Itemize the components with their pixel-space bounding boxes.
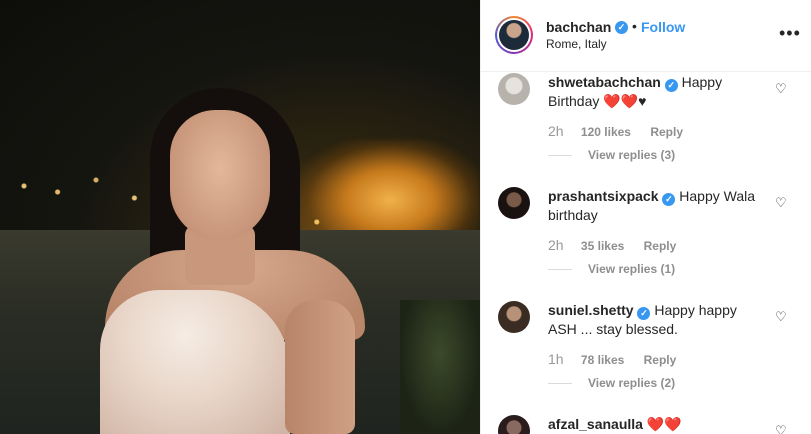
post-header: bachchan ✓ • Follow Rome, Italy •••	[481, 0, 811, 72]
arm	[285, 300, 355, 434]
verified-icon: ✓	[664, 79, 678, 92]
comment-username[interactable]: prashantsixpack	[548, 188, 659, 204]
like-heart-icon[interactable]: ♡	[775, 195, 789, 210]
follow-button[interactable]: Follow	[641, 19, 685, 35]
view-replies-label: View replies (2)	[588, 376, 676, 390]
view-replies-label: View replies (1)	[588, 262, 676, 276]
face	[170, 110, 270, 240]
like-heart-icon[interactable]: ♡	[775, 423, 789, 434]
post-username[interactable]: bachchan	[546, 19, 611, 35]
comment-text: afzal_sanaulla ❤️❤️	[548, 415, 768, 433]
comment-avatar[interactable]	[498, 187, 530, 219]
verified-icon: ✓	[662, 193, 676, 206]
post-photo[interactable]	[0, 0, 480, 434]
comment-avatar[interactable]	[498, 301, 530, 333]
verified-icon: ✓	[615, 21, 628, 34]
view-replies-button[interactable]: View replies (2)	[548, 376, 675, 390]
comment-body: ❤️❤️	[646, 416, 682, 432]
replies-divider	[548, 155, 572, 157]
verified-icon: ✓	[637, 307, 651, 320]
replies-divider	[548, 269, 572, 271]
comment-meta: 1h 78 likes Reply	[548, 351, 676, 367]
comment-time: 1h	[548, 351, 564, 367]
reply-button[interactable]: Reply	[644, 353, 677, 367]
more-options-icon[interactable]: •••	[779, 24, 801, 42]
reply-button[interactable]: Reply	[644, 239, 677, 253]
view-replies-button[interactable]: View replies (1)	[548, 262, 675, 276]
comment-text: shwetabachchan ✓ Happy Birthday ❤️❤️♥	[548, 73, 768, 110]
comment-likes[interactable]: 78 likes	[581, 353, 624, 367]
comment-username[interactable]: afzal_sanaulla	[548, 416, 643, 432]
comment-username[interactable]: shwetabachchan	[548, 74, 661, 90]
comment-avatar[interactable]	[498, 415, 530, 434]
comment-likes[interactable]: 120 likes	[581, 125, 631, 139]
comment-text: suniel.shetty ✓ Happy happy ASH ... stay…	[548, 301, 768, 338]
post-panel: bachchan ✓ • Follow Rome, Italy ••• shwe…	[480, 0, 811, 434]
like-heart-icon[interactable]: ♡	[775, 309, 789, 324]
replies-divider	[548, 383, 572, 385]
comment-likes[interactable]: 35 likes	[581, 239, 624, 253]
view-replies-button[interactable]: View replies (3)	[548, 148, 675, 162]
comment-time: 2h	[548, 237, 564, 253]
comments-list[interactable]: shwetabachchan ✓ Happy Birthday ❤️❤️♥ ♡ …	[481, 73, 811, 434]
comment-time: 2h	[548, 123, 564, 139]
comment-meta: 2h 35 likes Reply	[548, 237, 676, 253]
avatar[interactable]	[495, 16, 533, 54]
view-replies-label: View replies (3)	[588, 148, 676, 162]
dress	[100, 290, 290, 434]
plant	[400, 300, 480, 434]
comment-avatar[interactable]	[498, 73, 530, 105]
post-location[interactable]: Rome, Italy	[546, 37, 607, 51]
reply-button[interactable]: Reply	[650, 125, 683, 139]
like-heart-icon[interactable]: ♡	[775, 81, 789, 96]
comment-username[interactable]: suniel.shetty	[548, 302, 634, 318]
separator-dot: •	[632, 18, 637, 34]
comment-text: prashantsixpack ✓ Happy Wala birthday	[548, 187, 768, 224]
comment-meta: 2h 120 likes Reply	[548, 123, 683, 139]
